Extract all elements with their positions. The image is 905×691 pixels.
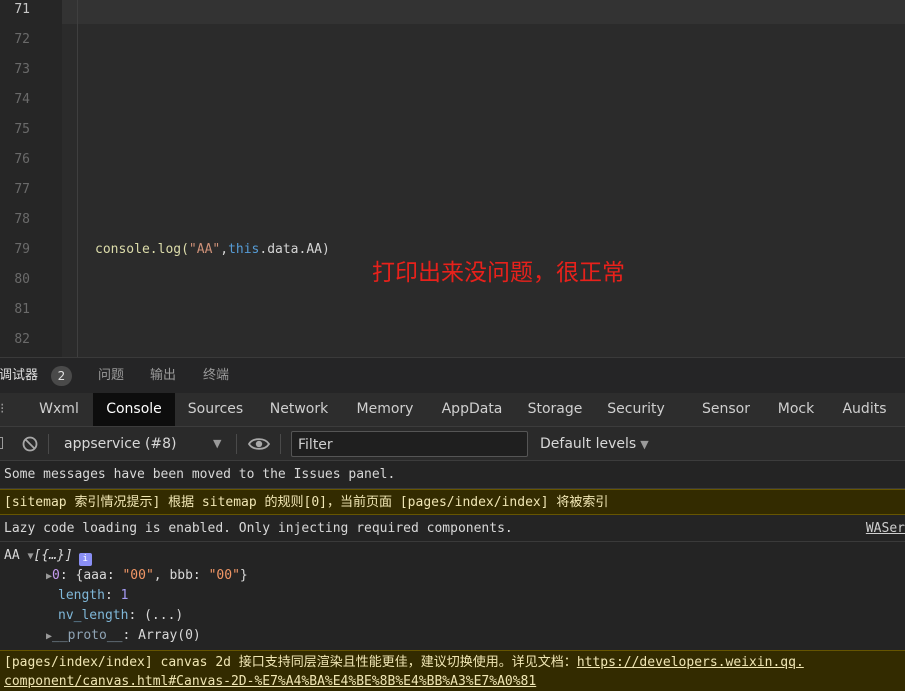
devtools-tab-appdata[interactable]: AppData: [430, 393, 514, 426]
devtools-tab-network[interactable]: Network: [258, 393, 340, 426]
code-token-rest: .data.AA): [259, 242, 330, 257]
devtools-tab-console[interactable]: Console: [93, 393, 175, 426]
devtools-tab-memory[interactable]: Memory: [346, 393, 424, 426]
canvas-warning-text: [pages/index/index] canvas 2d 接口支持同层渲染且性…: [4, 655, 577, 670]
devtools-tab-sources[interactable]: Sources: [176, 393, 255, 426]
console-message-lazy-loading: Lazy code loading is enabled. Only injec…: [0, 516, 905, 542]
line-number: 78: [14, 212, 30, 227]
tab-issues[interactable]: 问题: [98, 367, 124, 385]
line-number: 77: [14, 182, 30, 197]
tab-output[interactable]: 输出: [150, 367, 176, 385]
getter-value: (...): [144, 608, 184, 623]
toolbar-divider: [280, 434, 281, 454]
line-number: 75: [14, 122, 30, 137]
tab-terminal[interactable]: 终端: [203, 367, 229, 385]
console-warning-sitemap: [sitemap 索引情况提示] 根据 sitemap 的规则[0]，当前页面 …: [0, 489, 905, 515]
line-number: 73: [14, 62, 30, 77]
docs-link-continued[interactable]: component/canvas.html#Canvas-2D-%E7%A4%B…: [4, 674, 536, 689]
line-number: 72: [14, 32, 30, 47]
indent-guide: [77, 0, 78, 357]
prop-number-value: 1: [120, 588, 129, 603]
console-output: Some messages have been moved to the Iss…: [0, 461, 905, 691]
prop-string-value: "00": [122, 568, 154, 583]
filter-input[interactable]: [291, 431, 528, 457]
sidebar-toggle-icon[interactable]: [0, 437, 3, 449]
array-length-row: length: 1: [58, 588, 129, 603]
line-number: 80: [14, 272, 30, 287]
line-number: 82: [14, 332, 30, 347]
devtools-tab-storage[interactable]: Storage: [519, 393, 591, 426]
code-line-console-log[interactable]: console.log("AA",this.data.AA): [95, 240, 330, 260]
line-number: 79: [14, 242, 30, 257]
truncated-tab-icon[interactable]: ⁝: [0, 401, 4, 417]
array-item-0[interactable]: ▶0: {aaa: "00", bbb: "00"}: [46, 566, 248, 586]
console-toolbar: appservice (#8) ▼ Default levels▼: [0, 426, 905, 461]
object-mid: , bbb:: [153, 568, 209, 583]
message-source-link[interactable]: WASer: [866, 516, 905, 542]
console-warning-canvas: [pages/index/index] canvas 2d 接口支持同层渲染且性…: [0, 650, 905, 691]
code-editor[interactable]: 71 72 73 74 75 76 77 78 79 80 81 82 cons…: [0, 0, 905, 357]
code-token-keyword: this: [228, 242, 260, 257]
prop-string-value: "00": [208, 568, 240, 583]
red-annotation-text: 打印出来没问题，很正常: [372, 260, 625, 286]
code-token-function: console.log(: [95, 242, 189, 257]
log-summary-row[interactable]: AA ▼[{…}] i: [4, 546, 92, 566]
lazy-loading-text: Lazy code loading is enabled. Only injec…: [4, 521, 513, 536]
proto-value: Array(0): [138, 628, 201, 643]
line-number: 74: [14, 92, 30, 107]
devtools-tab-wxml[interactable]: Wxml: [26, 393, 92, 426]
toolbar-divider: [236, 434, 237, 454]
devtools-tab-security[interactable]: Security: [599, 393, 673, 426]
clear-console-icon[interactable]: [21, 435, 39, 453]
prop-key: 0: [52, 568, 60, 583]
log-label: AA: [4, 548, 20, 563]
log-levels-label: Default levels: [540, 436, 637, 452]
devtools-tab-audits[interactable]: Audits: [834, 393, 895, 426]
nv-length-row[interactable]: nv_length: (...): [58, 606, 183, 626]
code-token-string: "AA": [188, 242, 221, 257]
devtools-tab-mock[interactable]: Mock: [768, 393, 824, 426]
proto-row[interactable]: ▶__proto__: Array(0): [46, 626, 201, 646]
prop-key: nv_length: [58, 608, 129, 623]
code-token-comma: ,: [220, 242, 229, 257]
tab-debugger[interactable]: 调试器: [0, 367, 38, 385]
array-summary: [{…}]: [33, 548, 73, 563]
chevron-down-icon: ▼: [640, 438, 649, 451]
devtools-tab-strip: ⁝ Wxml Console Sources Network Memory Ap…: [0, 393, 905, 426]
context-selector[interactable]: appservice (#8): [64, 435, 177, 453]
prop-key: length: [58, 588, 105, 603]
toolbar-divider: [48, 434, 49, 454]
devtools-tab-sensor[interactable]: Sensor: [694, 393, 758, 426]
object-open: {aaa:: [75, 568, 123, 583]
bottom-panel-tabs: 调试器 2 问题 输出 终端: [0, 357, 905, 393]
line-number: 71: [14, 2, 30, 17]
console-log-aa: AA ▼[{…}] i ▶0: {aaa: "00", bbb: "00"} le…: [0, 542, 905, 648]
line-number: 76: [14, 152, 30, 167]
info-icon[interactable]: i: [78, 553, 92, 566]
console-message-issues: Some messages have been moved to the Iss…: [0, 461, 905, 489]
prop-key: __proto__: [52, 628, 123, 643]
current-line-highlight: [62, 0, 905, 24]
log-levels-dropdown[interactable]: Default levels ▼: [540, 435, 649, 454]
chevron-down-icon[interactable]: ▼: [213, 436, 221, 452]
eye-icon[interactable]: [248, 435, 270, 453]
line-number: 81: [14, 302, 30, 317]
docs-link[interactable]: https://developers.weixin.qq.: [577, 655, 804, 670]
object-close: }: [239, 568, 248, 583]
debugger-count-badge: 2: [51, 366, 72, 386]
